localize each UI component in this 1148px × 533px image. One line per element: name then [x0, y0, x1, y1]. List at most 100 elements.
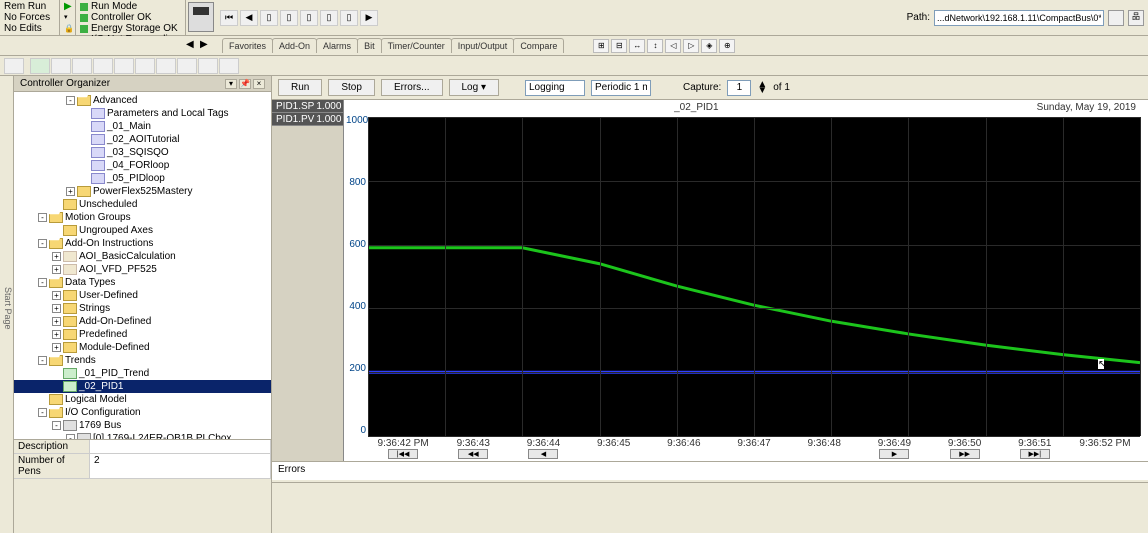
panel-close-icon[interactable]: × [253, 79, 265, 89]
trend-title: _02_PID1 [674, 102, 718, 113]
capture-down[interactable]: ▼ [757, 88, 767, 94]
tree-node[interactable]: _01_Main [14, 120, 271, 133]
trend-chart[interactable]: ↖ [368, 117, 1140, 436]
time-nav-button[interactable]: ◀◀ [458, 449, 488, 459]
log-button[interactable]: Log ▾ [449, 79, 499, 96]
tree-node[interactable]: -Add-On Instructions [14, 237, 271, 250]
nav-s8[interactable]: ⊕ [719, 39, 735, 53]
path-browse-button[interactable]: 品 [1128, 10, 1144, 26]
tree-node[interactable]: +User-Defined [14, 289, 271, 302]
path-go-button[interactable] [1108, 10, 1124, 26]
energy-ok-led [80, 25, 88, 33]
tool-9[interactable] [177, 58, 197, 74]
start-page-handle[interactable]: Start Page [0, 76, 14, 533]
nav-s7[interactable]: ◈ [701, 39, 717, 53]
tree-node[interactable]: +Predefined [14, 328, 271, 341]
controller-ok-led [80, 14, 88, 22]
tab-scroll-left[interactable]: ◀ [186, 39, 200, 53]
tree-node[interactable]: -1769 Bus [14, 419, 271, 432]
tool-2[interactable] [30, 58, 50, 74]
trend-toolbar: Run Stop Errors... Log ▾ Capture: ▲▼ of … [272, 76, 1148, 100]
folderopen-icon [49, 277, 63, 288]
time-nav-row: |◀◀◀◀◀▶▶▶▶▶| [368, 449, 1140, 459]
nav-c[interactable]: ▯ [300, 10, 318, 26]
period-field[interactable] [591, 80, 651, 96]
tree-node[interactable]: -[0] 1769-L24ER-QB1B PLCbox [14, 432, 271, 439]
tab-alarms[interactable]: Alarms [316, 38, 358, 53]
run-button[interactable]: Run [278, 79, 322, 96]
time-nav-button[interactable]: ▶▶| [1020, 449, 1050, 459]
tree-node[interactable]: Parameters and Local Tags [14, 107, 271, 120]
play-icon[interactable]: ▶ [64, 1, 71, 12]
tree-node[interactable]: Ungrouped Axes [14, 224, 271, 237]
stop-button[interactable]: Stop [328, 79, 375, 96]
rem-run-label: Rem Run [4, 1, 46, 12]
tab-inputoutput[interactable]: Input/Output [451, 38, 515, 53]
tree-node[interactable]: +AOI_VFD_PF525 [14, 263, 271, 276]
tree-node[interactable]: _03_SQISQO [14, 146, 271, 159]
tree-node[interactable]: _02_PID1 [14, 380, 271, 393]
dropdown-icon[interactable]: ▾ [64, 12, 71, 23]
nav-s5[interactable]: ◁ [665, 39, 681, 53]
nav-s1[interactable]: ⊞ [593, 39, 609, 53]
nav-s4[interactable]: ↕ [647, 39, 663, 53]
nav-s2[interactable]: ⊟ [611, 39, 627, 53]
tool-7[interactable] [135, 58, 155, 74]
time-nav-button[interactable]: ◀ [528, 449, 558, 459]
path-input[interactable] [934, 10, 1104, 26]
tree-node[interactable]: -Motion Groups [14, 211, 271, 224]
nav-s3[interactable]: ↔ [629, 39, 645, 53]
time-nav-button[interactable]: ▶▶ [950, 449, 980, 459]
tree-node[interactable]: -Data Types [14, 276, 271, 289]
tool-5[interactable] [93, 58, 113, 74]
time-nav-button[interactable]: ▶ [879, 449, 909, 459]
tree-node[interactable]: _01_PID_Trend [14, 367, 271, 380]
nav-prev[interactable]: ◀ [240, 10, 258, 26]
logging-field[interactable] [525, 80, 585, 96]
nav-next[interactable]: ▶ [360, 10, 378, 26]
mouse-cursor-icon: ↖ [1098, 359, 1104, 369]
nav-first[interactable]: ⏮ [220, 10, 238, 26]
tree-node[interactable]: -Advanced [14, 94, 271, 107]
panel-menu-icon[interactable]: ▾ [225, 79, 237, 89]
nav-e[interactable]: ▯ [340, 10, 358, 26]
pen-item[interactable]: PID1.SP1.000 [272, 100, 343, 113]
tool-4[interactable] [72, 58, 92, 74]
panel-pin-icon[interactable]: 📌 [239, 79, 251, 89]
nav-d[interactable]: ▯ [320, 10, 338, 26]
tool-6[interactable] [114, 58, 134, 74]
tree-node[interactable]: _02_AOITutorial [14, 133, 271, 146]
tool-10[interactable] [198, 58, 218, 74]
tool-3[interactable] [51, 58, 71, 74]
tree-node[interactable]: +Strings [14, 302, 271, 315]
project-tree[interactable]: -AdvancedParameters and Local Tags_01_Ma… [14, 92, 271, 439]
tab-scroll-right[interactable]: ▶ [200, 39, 214, 53]
tree-node[interactable]: +Add-On-Defined [14, 315, 271, 328]
tree-node[interactable]: _04_FORloop [14, 159, 271, 172]
pen-item[interactable]: PID1.PV1.000 [272, 113, 343, 126]
tree-node[interactable]: Unscheduled [14, 198, 271, 211]
tab-addon[interactable]: Add-On [272, 38, 317, 53]
type-icon [63, 251, 77, 262]
tree-node[interactable]: +AOI_BasicCalculation [14, 250, 271, 263]
tree-node[interactable]: _05_PIDloop [14, 172, 271, 185]
nav-s6[interactable]: ▷ [683, 39, 699, 53]
errors-button[interactable]: Errors... [381, 79, 443, 96]
tree-node[interactable]: -Trends [14, 354, 271, 367]
tree-node[interactable]: +PowerFlex525Mastery [14, 185, 271, 198]
tree-node[interactable]: Logical Model [14, 393, 271, 406]
tree-node[interactable]: +Module-Defined [14, 341, 271, 354]
tool-8[interactable] [156, 58, 176, 74]
nav-a[interactable]: ▯ [260, 10, 278, 26]
controller-organizer-panel: Controller Organizer ▾ 📌 × -AdvancedPara… [14, 76, 272, 533]
tree-node[interactable]: -I/O Configuration [14, 406, 271, 419]
capture-input[interactable] [727, 80, 751, 96]
tab-compare[interactable]: Compare [513, 38, 564, 53]
tab-timercounter[interactable]: Timer/Counter [381, 38, 452, 53]
tab-bit[interactable]: Bit [357, 38, 382, 53]
nav-b[interactable]: ▯ [280, 10, 298, 26]
tool-1[interactable] [4, 58, 24, 74]
time-nav-button[interactable]: |◀◀ [388, 449, 418, 459]
tool-11[interactable] [219, 58, 239, 74]
tab-favorites[interactable]: Favorites [222, 38, 273, 53]
